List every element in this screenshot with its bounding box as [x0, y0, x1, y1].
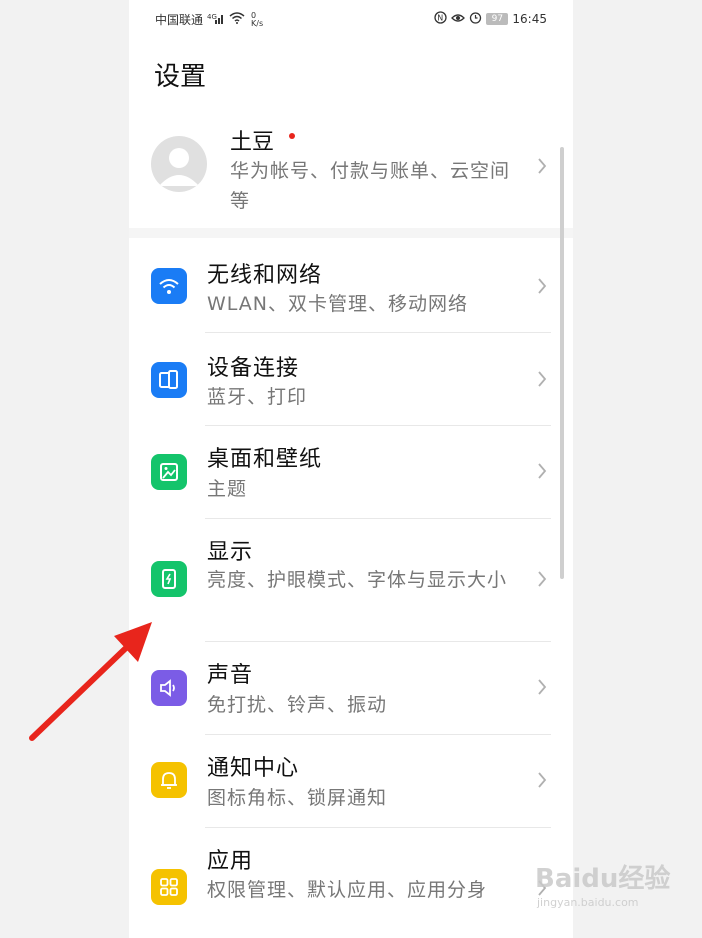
chevron-right-icon [537, 571, 547, 587]
chevron-right-icon [537, 278, 547, 294]
settings-item-title: 设备连接 [207, 356, 300, 381]
eye-comfort-icon [451, 11, 466, 27]
device-connection-icon [151, 362, 187, 398]
network-speed-unit: K/s [251, 18, 264, 28]
settings-item-subtitle: 图标角标、锁屏通知 [207, 787, 388, 809]
avatar [151, 136, 207, 192]
settings-item-subtitle: WLAN、双卡管理、移动网络 [207, 293, 469, 315]
settings-item-title: 应用 [207, 849, 254, 874]
settings-item-title: 显示 [207, 540, 254, 565]
display-icon [151, 561, 187, 597]
settings-item-subtitle: 亮度、护眼模式、字体与显示大小 [207, 569, 508, 591]
account-name: 土豆 [230, 130, 275, 155]
settings-list: 无线和网络 WLAN、双卡管理、移动网络 设备连接 蓝牙、打印 桌面和壁纸 主题… [129, 238, 573, 938]
battery-icon: 97 [486, 13, 509, 25]
settings-item-home-wallpaper[interactable]: 桌面和壁纸 主题 [129, 426, 573, 518]
nfc-icon: N [434, 11, 448, 27]
chevron-right-icon [537, 463, 547, 479]
svg-text:N: N [438, 14, 444, 23]
settings-item-subtitle: 权限管理、默认应用、应用分身 [207, 879, 488, 901]
chevron-right-icon [537, 158, 547, 174]
svg-text:4G: 4G [207, 13, 217, 21]
network-speed: 0 K/s [251, 11, 264, 28]
settings-item-device-connection[interactable]: 设备连接 蓝牙、打印 [129, 333, 573, 425]
apps-grid-icon [151, 869, 187, 905]
settings-item-title: 桌面和壁纸 [207, 447, 323, 472]
wifi-status-icon [229, 12, 245, 27]
sound-icon [151, 670, 187, 706]
status-left: 中国联通 4G 0 K/s [155, 11, 263, 28]
account-subtitle: 华为帐号、付款与账单、云空间等 [230, 160, 511, 212]
settings-item-subtitle: 免打扰、铃声、振动 [207, 694, 388, 716]
settings-item-subtitle: 蓝牙、打印 [207, 386, 308, 408]
scrollbar[interactable] [560, 147, 564, 579]
chevron-right-icon [537, 371, 547, 387]
page-title: 设置 [154, 62, 207, 92]
phone-screen: 中国联通 4G 0 K/s N 97 16:45 设置 土豆 华为帐号、付款与账… [129, 0, 573, 938]
watermark-logo: Baidu经验 [535, 864, 671, 894]
page-header: 设置 [129, 38, 573, 120]
settings-item-title: 无线和网络 [207, 263, 323, 288]
settings-item-display[interactable]: 显示 亮度、护眼模式、字体与显示大小 [129, 519, 573, 641]
chevron-right-icon [537, 679, 547, 695]
status-right: N 97 16:45 [434, 11, 547, 27]
account-card[interactable]: 土豆 华为帐号、付款与账单、云空间等 [129, 120, 573, 228]
settings-item-apps[interactable]: 应用 权限管理、默认应用、应用分身 [129, 828, 573, 938]
watermark-url: jingyan.baidu.com [537, 896, 639, 909]
chevron-right-icon [537, 772, 547, 788]
clock-time: 16:45 [512, 12, 547, 26]
carrier-label: 中国联通 [155, 13, 204, 27]
status-bar: 中国联通 4G 0 K/s N 97 16:45 [129, 0, 573, 38]
watermark: Baidu经验 jingyan.baidu.com [535, 858, 695, 918]
settings-item-title: 声音 [207, 663, 254, 688]
signal-icon: 4G [207, 12, 225, 27]
alarm-icon [469, 11, 482, 27]
settings-item-wireless-network[interactable]: 无线和网络 WLAN、双卡管理、移动网络 [129, 238, 573, 332]
wifi-icon [151, 268, 187, 304]
settings-item-notifications[interactable]: 通知中心 图标角标、锁屏通知 [129, 735, 573, 827]
wallpaper-icon [151, 454, 187, 490]
settings-item-subtitle: 主题 [207, 478, 248, 500]
bell-icon [151, 762, 187, 798]
notification-dot [289, 133, 295, 139]
settings-item-sound[interactable]: 声音 免打扰、铃声、振动 [129, 642, 573, 734]
settings-item-title: 通知中心 [207, 756, 300, 781]
